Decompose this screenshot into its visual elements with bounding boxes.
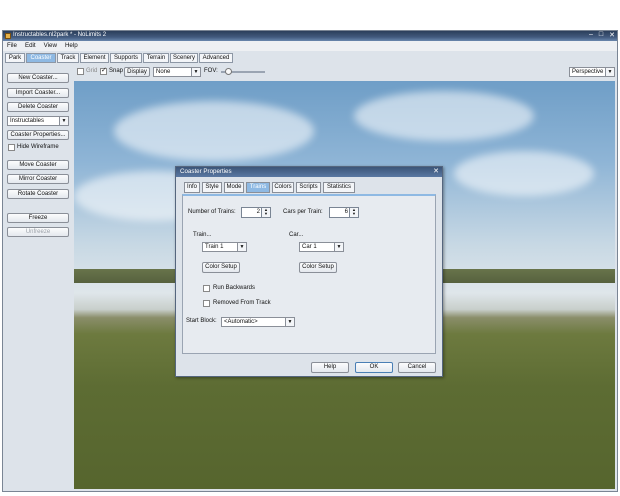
mirror-coaster-button[interactable]: Mirror Coaster — [7, 174, 69, 184]
hide-wireframe-checkbox[interactable] — [8, 144, 15, 151]
delete-coaster-button[interactable]: Delete Coaster — [7, 102, 69, 112]
close-icon[interactable]: ✕ — [609, 31, 615, 41]
unfreeze-button: Unfreeze — [7, 227, 69, 237]
tab-supports[interactable]: Supports — [110, 53, 142, 63]
tab-element[interactable]: Element — [80, 53, 109, 63]
car-color-setup-button[interactable]: Color Setup — [299, 262, 337, 273]
coaster-select[interactable]: Instructables ▼ — [7, 116, 69, 126]
number-of-trains-label: Number of Trains: — [188, 209, 236, 215]
tab-park[interactable]: Park — [5, 53, 25, 63]
chevron-down-icon: ▼ — [191, 68, 200, 76]
cancel-button[interactable]: Cancel — [398, 362, 436, 373]
snap-label: Snap — [109, 68, 124, 74]
hide-wireframe-label: Hide Wireframe — [17, 144, 59, 150]
import-coaster-button[interactable]: Import Coaster... — [7, 88, 69, 98]
sidebar: New Coaster... Import Coaster... Delete … — [3, 68, 73, 491]
view-select-value: Perspective — [572, 69, 604, 75]
snap-checkbox[interactable] — [100, 66, 107, 75]
tab-coaster[interactable]: Coaster — [26, 53, 56, 63]
train-color-setup-button[interactable]: Color Setup — [202, 262, 240, 273]
menu-file[interactable]: File — [3, 41, 21, 51]
trains-panel: Number of Trains: 2 ▲ ▼ Cars per Train: 6… — [182, 194, 436, 354]
chevron-down-icon: ▼ — [59, 117, 68, 125]
train-select[interactable]: Train 1 ▼ — [202, 242, 247, 252]
tab-statistics[interactable]: Statistics — [323, 182, 355, 193]
car-select[interactable]: Car 1 ▼ — [299, 242, 344, 252]
grid-label: Grid — [86, 68, 98, 74]
none-select-value: None — [156, 69, 171, 75]
display-button[interactable]: Display — [124, 67, 150, 77]
fov-slider-thumb[interactable] — [225, 68, 233, 75]
car-select-value: Car 1 — [302, 244, 317, 250]
chevron-down-icon: ▼ — [605, 68, 614, 76]
coaster-select-value: Instructables — [10, 118, 45, 124]
tab-trains[interactable]: Trains — [246, 182, 270, 193]
fov-slider[interactable] — [221, 68, 265, 75]
view-select[interactable]: Perspective ▼ — [569, 67, 615, 77]
run-backwards-label: Run Backwards — [213, 285, 256, 291]
ok-button[interactable]: OK — [355, 362, 393, 373]
number-of-trains-value: 2 — [256, 209, 260, 215]
cars-per-train-stepper[interactable]: 6 ▲ ▼ — [329, 207, 359, 218]
tab-colors[interactable]: Colors — [272, 182, 294, 193]
run-backwards-checkbox[interactable] — [203, 285, 210, 292]
menu-help[interactable]: Help — [61, 41, 82, 51]
removed-from-track-label: Removed From Track — [213, 300, 271, 306]
main-tab-bar: Park Coaster Track Element Supports Terr… — [3, 52, 617, 64]
start-block-value: <Automatic> — [224, 319, 258, 325]
tab-mode[interactable]: Mode — [224, 182, 244, 193]
tab-scenery[interactable]: Scenery — [170, 53, 198, 63]
coaster-properties-dialog: Coaster Properties ✕ Info Style Mode Tra… — [175, 166, 443, 377]
help-button[interactable]: Help — [311, 362, 349, 373]
none-select[interactable]: None ▼ — [153, 67, 201, 77]
rotate-coaster-button[interactable]: Rotate Coaster — [7, 189, 69, 199]
move-coaster-button[interactable]: Move Coaster — [7, 160, 69, 170]
viewport-toolbar: Grid Snap Display None ▼ FOV: Perspectiv… — [73, 66, 617, 79]
cloud — [454, 151, 594, 196]
menu-bar: File Edit View Help — [3, 41, 617, 51]
number-of-trains-stepper[interactable]: 2 ▲ ▼ — [241, 207, 271, 218]
chevron-down-icon: ▼ — [285, 318, 294, 326]
dialog-title: Coaster Properties — [176, 167, 442, 177]
cars-per-train-value: 6 — [344, 209, 348, 215]
menu-edit[interactable]: Edit — [21, 41, 40, 51]
maximize-icon[interactable]: □ — [599, 31, 603, 41]
window-title: Instructables.nl2park * - NoLimits 2 — [13, 32, 107, 38]
tab-style[interactable]: Style — [202, 182, 222, 193]
cloud — [354, 91, 534, 141]
cloud — [114, 101, 314, 161]
tab-terrain[interactable]: Terrain — [143, 53, 169, 63]
train-select-value: Train 1 — [205, 244, 224, 250]
close-icon[interactable]: ✕ — [433, 167, 439, 177]
menu-view[interactable]: View — [40, 41, 61, 51]
tab-scripts[interactable]: Scripts — [296, 182, 321, 193]
chevron-down-icon: ▼ — [237, 243, 246, 251]
tab-advanced[interactable]: Advanced — [199, 53, 233, 63]
train-group-label: Train... — [193, 232, 212, 238]
coaster-properties-button[interactable]: Coaster Properties... — [7, 130, 69, 140]
car-group-label: Car... — [289, 232, 304, 238]
chevron-down-icon: ▼ — [334, 243, 343, 251]
app-icon — [5, 33, 11, 39]
start-block-label: Start Block: — [186, 318, 217, 324]
freeze-button[interactable]: Freeze — [7, 213, 69, 223]
start-block-select[interactable]: <Automatic> ▼ — [221, 317, 295, 327]
new-coaster-button[interactable]: New Coaster... — [7, 73, 69, 83]
minimize-icon[interactable]: – — [589, 31, 593, 41]
spin-arrows-icon[interactable]: ▲ ▼ — [349, 208, 358, 217]
grid-checkbox[interactable] — [77, 68, 84, 75]
window-controls: – □ ✕ — [589, 31, 615, 41]
removed-from-track-checkbox[interactable] — [203, 300, 210, 307]
tab-info[interactable]: Info — [184, 182, 200, 193]
tab-track[interactable]: Track — [57, 53, 79, 63]
title-bar: Instructables.nl2park * - NoLimits 2 – □… — [3, 31, 617, 41]
cars-per-train-label: Cars per Train: — [283, 209, 323, 215]
spin-arrows-icon[interactable]: ▲ ▼ — [261, 208, 270, 217]
fov-label: FOV: — [204, 68, 218, 74]
